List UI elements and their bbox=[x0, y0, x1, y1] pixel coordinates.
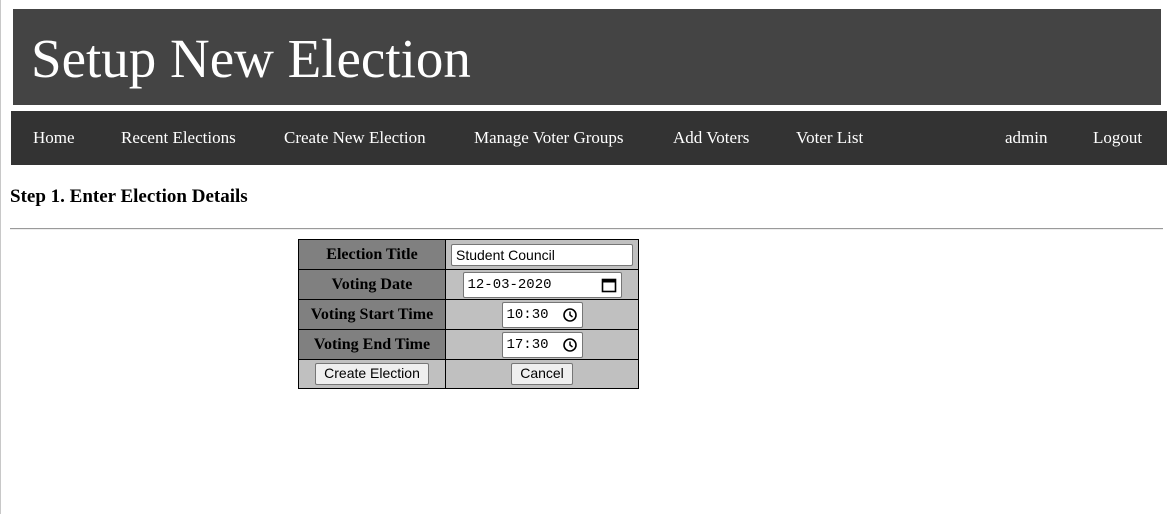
voting-start-time-input[interactable]: 10:30 bbox=[501, 301, 583, 328]
form-row-end-time: Voting End Time 17:30 bbox=[299, 330, 638, 360]
nav-recent-elections-link[interactable]: Recent Elections bbox=[121, 111, 236, 165]
create-button-cell: Create Election bbox=[299, 360, 446, 388]
nav-voter-list-link[interactable]: Voter List bbox=[796, 111, 863, 165]
form-row-start-time: Voting Start Time 10:30 bbox=[299, 300, 638, 330]
voting-end-time-input[interactable]: 17:30 bbox=[501, 331, 583, 358]
voting-date-value: 12-03-2020 bbox=[467, 276, 552, 293]
form-row-actions: Create Election Cancel bbox=[299, 360, 638, 388]
cancel-button[interactable]: Cancel bbox=[511, 363, 573, 385]
create-election-button[interactable]: Create Election bbox=[315, 363, 429, 385]
nav-logout-link[interactable]: Logout bbox=[1093, 111, 1142, 165]
clock-icon[interactable] bbox=[562, 337, 578, 353]
voting-end-time-label: Voting End Time bbox=[299, 330, 446, 360]
election-details-form: Election Title Student Council Voting Da… bbox=[298, 239, 639, 389]
voting-end-time-cell: 17:30 bbox=[446, 330, 638, 360]
nav-manage-voter-groups-link[interactable]: Manage Voter Groups bbox=[474, 111, 624, 165]
page-left-border bbox=[0, 0, 1, 514]
voting-end-time-value: 17:30 bbox=[506, 336, 549, 353]
nav-home-link[interactable]: Home bbox=[33, 111, 75, 165]
cancel-button-cell: Cancel bbox=[446, 360, 638, 388]
election-title-label: Election Title bbox=[299, 240, 446, 270]
step-heading: Step 1. Enter Election Details bbox=[10, 186, 248, 207]
election-title-cell: Student Council bbox=[446, 240, 638, 270]
calendar-icon[interactable] bbox=[601, 277, 617, 293]
horizontal-rule bbox=[10, 228, 1163, 230]
voting-date-input[interactable]: 12-03-2020 bbox=[462, 271, 622, 298]
voting-start-time-value: 10:30 bbox=[506, 306, 549, 323]
nav-add-voters-link[interactable]: Add Voters bbox=[673, 111, 749, 165]
form-row-title: Election Title Student Council bbox=[299, 240, 638, 270]
page-header: Setup New Election bbox=[13, 9, 1161, 105]
page-title: Setup New Election bbox=[31, 28, 471, 89]
voting-date-label: Voting Date bbox=[299, 270, 446, 300]
form-row-date: Voting Date 12-03-2020 bbox=[299, 270, 638, 300]
nav-create-new-election-link[interactable]: Create New Election bbox=[284, 111, 426, 165]
voting-date-cell: 12-03-2020 bbox=[446, 270, 638, 300]
nav-user-link[interactable]: admin bbox=[1005, 111, 1048, 165]
voting-start-time-label: Voting Start Time bbox=[299, 300, 446, 330]
clock-icon[interactable] bbox=[562, 307, 578, 323]
voting-start-time-cell: 10:30 bbox=[446, 300, 638, 330]
main-navbar: Home Recent Elections Create New Electio… bbox=[11, 111, 1167, 165]
election-title-input[interactable]: Student Council bbox=[451, 243, 633, 266]
